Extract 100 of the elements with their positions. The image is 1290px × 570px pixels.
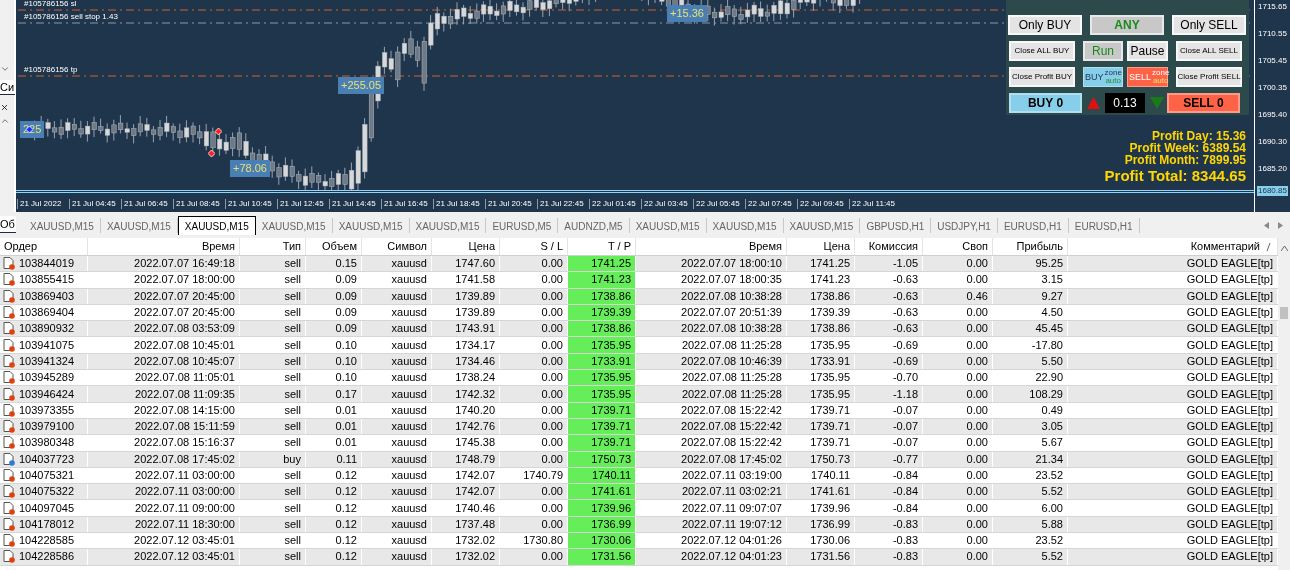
table-cell: xauusd [362,500,432,516]
table-cell: xauusd [362,386,432,402]
table-cell: 5.52 [993,549,1068,565]
close-orders-button[interactable]: Close Profit BUY [1009,67,1075,87]
table-cell: 2022.07.07 20:51:39 [636,304,787,321]
chart-tab[interactable]: XAUUSD,M15 [24,218,101,233]
table-cell: 2022.07.12 03:45:01 [88,549,240,565]
column-header[interactable]: Время [88,238,240,255]
table-cell: xauusd [362,484,432,500]
table-cell: -0.83 [855,549,923,565]
chart-tab[interactable]: EURUSD,H1 [997,218,1069,233]
chart-tab[interactable]: XAUUSD,M15 [783,218,861,233]
chart-tab[interactable]: XAUUSD,M15 [177,216,256,235]
column-header[interactable]: Цена [432,238,500,255]
table-cell: 103941075 [19,339,75,351]
price-axis-label: 1680.85 [1257,186,1288,196]
close-orders-button[interactable]: Close Profit SELL [1176,67,1242,87]
table-cell: -1.05 [855,256,923,272]
table-cell: 1741.61 [568,484,636,500]
chart-tab[interactable]: XAUUSD,M15 [409,218,487,233]
table-cell: 0.01 [306,402,362,418]
column-header[interactable]: Цена [787,238,855,255]
table-cell: 1734.17 [432,337,500,353]
table-cell: 1730.06 [568,533,636,549]
table-cell: xauusd [362,256,432,272]
table-cell: 2022.07.07 16:49:18 [88,256,240,272]
table-cell: 1748.79 [432,451,500,467]
chart-tab[interactable]: XAUUSD,M15 [100,218,178,233]
table-cell: 0.00 [923,402,993,418]
column-header[interactable]: Прибыль [993,238,1068,255]
table-cell: -0.83 [855,516,923,533]
profit-summary: Profit Day: 15.36 [1151,130,1246,142]
table-cell: 0.00 [923,467,993,484]
sell-counter-button[interactable]: SELL 0 [1167,93,1240,113]
table-cell: -0.07 [855,402,923,418]
table-cell: 104228586 [19,551,75,563]
table-cell: 0.00 [923,500,993,516]
table-cell: 1735.95 [568,337,636,353]
chart-tab[interactable]: XAUUSD,M15 [706,218,784,233]
mode-button[interactable]: Only BUY [1008,15,1082,35]
chart-tab[interactable]: XAUUSD,M15 [255,218,333,233]
column-header[interactable]: T / P [568,238,636,255]
column-header[interactable]: S / L [500,238,568,255]
table-cell: 0.12 [306,533,362,549]
table-cell: 1735.95 [787,337,855,353]
column-header[interactable]: Ордер [0,238,88,255]
table-cell: 0.00 [923,321,993,337]
column-header[interactable]: Своп [923,238,993,255]
column-header[interactable]: Объем [306,238,362,255]
chart-tab[interactable]: XAUUSD,M15 [629,218,707,233]
chart-tab[interactable]: EURUSD,M5 [486,218,559,233]
table-cell: xauusd [362,533,432,549]
column-header[interactable]: Время [636,238,787,255]
buy-counter-button[interactable]: BUY 0 [1009,93,1082,113]
time-axis-label: 21 Jul 04:45 [69,199,116,209]
time-axis-label: 22 Jul 03:45 [641,199,688,209]
table-cell: 1739.71 [787,435,855,451]
mode-button[interactable]: Only SELL [1172,15,1246,35]
table-cell: 2022.07.07 18:00:00 [88,272,240,288]
toggle-button[interactable]: Pause [1127,41,1168,61]
table-cell: 1742.76 [432,418,500,435]
table-cell: 103844019 [19,258,75,270]
table-cell: 1735.95 [787,370,855,386]
chart-tab[interactable]: XAUUSD,M15 [332,218,410,233]
table-cell: 2022.07.08 14:15:00 [88,402,240,418]
table-cell: sell [240,321,306,337]
trade-profit-label: +78.06 [230,160,270,177]
table-cell: 2022.07.08 15:22:42 [636,402,787,418]
table-cell: 1742.07 [432,484,500,500]
table-cell: 2022.07.12 03:45:01 [88,533,240,549]
table-cell: 22.90 [993,370,1068,386]
price-axis-label: 1690.30 [1257,137,1288,147]
table-cell: 0.10 [306,337,362,353]
chart-tab[interactable]: AUDNZD,M5 [558,218,630,233]
table-cell: 2022.07.07 20:45:00 [88,304,240,321]
table-cell: 0.00 [923,272,993,288]
table-cell: 103869403 [19,290,75,302]
table-cell: 5.50 [993,353,1068,370]
column-header[interactable]: Тип [240,238,306,255]
table-cell: xauusd [362,516,432,533]
chart-tab[interactable]: GBPUSD,H1 [860,218,932,233]
close-orders-button[interactable]: Close ALL BUY [1009,41,1075,61]
table-cell: 1739.39 [787,304,855,321]
table-cell: xauusd [362,304,432,321]
chart-tab[interactable]: EURUSD,H1 [1068,218,1140,233]
table-cell: 1733.91 [787,353,855,370]
table-cell: 0.00 [923,353,993,370]
table-cell: 0.00 [923,370,993,386]
table-cell: xauusd [362,370,432,386]
lot-size-field[interactable]: 0.13 [1105,93,1145,113]
close-orders-button[interactable]: Close ALL SELL [1176,41,1242,61]
column-header[interactable]: Символ [362,238,432,255]
table-cell: 2022.07.08 10:38:28 [636,288,787,304]
table-cell: -0.63 [855,288,923,304]
table-cell: 1739.71 [787,402,855,418]
table-cell: -0.63 [855,321,923,337]
column-header[interactable]: Комиссия [855,238,923,255]
table-cell: 2022.07.08 15:22:42 [636,418,787,435]
table-cell: 0.09 [306,321,362,337]
chart-tab[interactable]: USDJPY,H1 [931,218,998,233]
